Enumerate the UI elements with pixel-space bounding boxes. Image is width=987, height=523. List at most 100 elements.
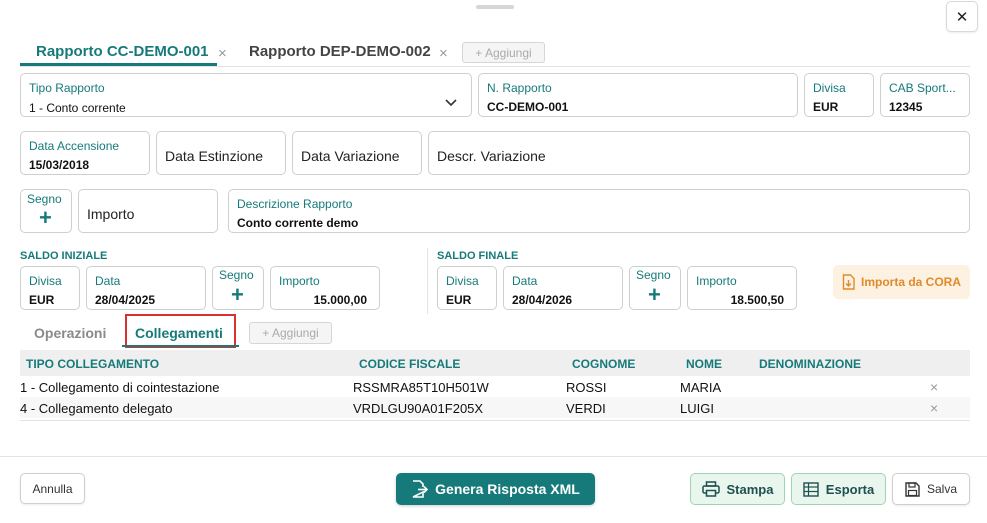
plus-icon: +: [648, 282, 661, 307]
col-nome[interactable]: NOME: [686, 357, 722, 371]
data-estinzione-label: Data Estinzione: [165, 148, 264, 164]
data-value: 28/04/2026: [512, 293, 573, 307]
importo-value: 15.000,00: [313, 293, 367, 307]
cell-nome: LUIGI: [680, 401, 714, 416]
data-accensione-value: 15/03/2018: [29, 158, 90, 172]
cell-codice-fiscale: RSSMRA85T10H501W: [353, 380, 489, 395]
segno-label: Segno: [219, 268, 254, 282]
tipo-rapporto-label: Tipo Rapporto: [29, 81, 105, 95]
divisa-label: Divisa: [446, 274, 479, 288]
segno-label: Segno: [636, 268, 671, 282]
salva-button[interactable]: Salva: [892, 473, 970, 505]
saldo-finale-importo-field[interactable]: Importo 18.500,50: [687, 266, 797, 310]
tab-rapporto-dep[interactable]: Rapporto DEP-DEMO-002: [249, 43, 431, 60]
saldo-iniziale-data-field[interactable]: Data 28/04/2025: [86, 266, 206, 310]
esporta-label: Esporta: [825, 481, 875, 497]
subtab-operazioni[interactable]: Operazioni: [34, 325, 106, 341]
n-rapporto-label: N. Rapporto: [487, 81, 552, 95]
saldo-iniziale-divisa-field[interactable]: Divisa EUR: [20, 266, 80, 310]
divisa-value: EUR: [446, 293, 472, 307]
descrizione-rapporto-field[interactable]: Descrizione Rapporto Conto corrente demo: [228, 189, 970, 233]
n-rapporto-field[interactable]: N. Rapporto CC-DEMO-001: [478, 73, 798, 117]
saldo-finale-divisa-field[interactable]: Divisa EUR: [437, 266, 497, 310]
importo-value: 18.500,50: [730, 293, 784, 307]
genera-xml-label: Genera Risposta XML: [435, 481, 580, 497]
annulla-label: Annulla: [32, 481, 73, 496]
tab-divider: [20, 66, 970, 67]
annulla-button[interactable]: Annulla: [20, 473, 85, 504]
delete-row-icon[interactable]: ×: [930, 379, 938, 395]
esporta-button[interactable]: Esporta: [791, 473, 886, 505]
data-accensione-field[interactable]: Data Accensione 15/03/2018: [20, 131, 150, 175]
col-denominazione[interactable]: DENOMINAZIONE: [759, 357, 861, 371]
saldo-iniziale-title: SALDO INIZIALE: [20, 250, 108, 262]
close-tab-icon[interactable]: ×: [218, 45, 227, 62]
cab-label: CAB Sport...: [889, 81, 956, 95]
file-export-icon: [412, 480, 429, 498]
descrizione-rapporto-value: Conto corrente demo: [237, 216, 359, 230]
footer-divider: [0, 456, 987, 457]
tipo-rapporto-value: 1 - Conto corrente: [29, 101, 126, 115]
data-label: Data: [512, 274, 538, 288]
data-value: 28/04/2025: [95, 293, 156, 307]
tipo-rapporto-select[interactable]: Tipo Rapporto 1 - Conto corrente: [20, 73, 472, 117]
saldo-iniziale-importo-field[interactable]: Importo 15.000,00: [270, 266, 380, 310]
descrizione-rapporto-label: Descrizione Rapporto: [237, 197, 353, 211]
data-estinzione-field[interactable]: Data Estinzione: [156, 131, 286, 175]
col-codice-fiscale[interactable]: CODICE FISCALE: [359, 357, 460, 371]
divisa-label: Divisa: [29, 274, 62, 288]
genera-xml-button[interactable]: Genera Risposta XML: [396, 473, 595, 505]
close-icon: ✕: [955, 8, 969, 26]
divisa-value: EUR: [813, 100, 839, 114]
table-icon: [803, 481, 819, 497]
file-import-icon: [842, 274, 855, 290]
close-button[interactable]: ✕: [946, 1, 978, 32]
plus-icon: +: [231, 282, 244, 307]
cell-cognome: VERDI: [566, 401, 606, 416]
salva-label: Salva: [926, 482, 958, 496]
divisa-label: Divisa: [813, 81, 846, 95]
cell-nome: MARIA: [680, 380, 722, 395]
import-cora-label: Importa da CORA: [860, 275, 961, 289]
chevron-down-icon: [445, 99, 457, 107]
import-cora-button[interactable]: Importa da CORA: [833, 265, 970, 299]
save-icon: [905, 481, 920, 497]
importo-label: Importo: [87, 206, 135, 222]
cell-tipo: 1 - Collegamento di cointestazione: [20, 380, 220, 395]
stampa-button[interactable]: Stampa: [690, 473, 785, 505]
saldo-separator: [427, 248, 428, 314]
descr-variazione-label: Descr. Variazione: [437, 148, 546, 164]
data-variazione-field[interactable]: Data Variazione: [292, 131, 422, 175]
table-bottom-line: [20, 420, 970, 421]
divisa-value: EUR: [29, 293, 55, 307]
active-subtab-underline: [122, 345, 239, 347]
stampa-label: Stampa: [726, 481, 774, 497]
cab-field[interactable]: CAB Sport... 12345: [880, 73, 970, 117]
n-rapporto-value: CC-DEMO-001: [487, 100, 569, 114]
cell-codice-fiscale: VRDLGU90A01F205X: [353, 401, 484, 416]
divisa-field[interactable]: Divisa EUR: [804, 73, 874, 117]
printer-icon: [701, 481, 720, 497]
saldo-iniziale-segno-toggle[interactable]: Segno +: [212, 266, 264, 310]
data-variazione-label: Data Variazione: [301, 148, 400, 164]
drag-handle[interactable]: [476, 5, 514, 9]
col-cognome[interactable]: COGNOME: [572, 357, 635, 371]
saldo-finale-title: SALDO FINALE: [437, 250, 519, 262]
cell-cognome: ROSSI: [566, 380, 607, 395]
cab-value: 12345: [889, 100, 923, 114]
saldo-finale-segno-toggle[interactable]: Segno +: [629, 266, 681, 310]
data-accensione-label: Data Accensione: [29, 139, 120, 153]
segno-toggle[interactable]: Segno +: [20, 189, 72, 233]
delete-row-icon[interactable]: ×: [930, 400, 938, 416]
descr-variazione-field[interactable]: Descr. Variazione: [428, 131, 970, 175]
data-label: Data: [95, 274, 121, 288]
col-tipo-collegamento[interactable]: TIPO COLLEGAMENTO: [26, 357, 159, 371]
add-tab-button[interactable]: + Aggiungi: [462, 42, 545, 63]
segno-label: Segno: [27, 192, 62, 206]
add-collegamento-button[interactable]: + Aggiungi: [249, 322, 332, 344]
plus-icon: +: [39, 205, 52, 230]
close-tab-icon[interactable]: ×: [439, 45, 448, 62]
saldo-finale-data-field[interactable]: Data 28/04/2026: [503, 266, 623, 310]
importo-field[interactable]: Importo: [78, 189, 218, 233]
tab-rapporto-cc[interactable]: Rapporto CC-DEMO-001: [36, 43, 209, 60]
